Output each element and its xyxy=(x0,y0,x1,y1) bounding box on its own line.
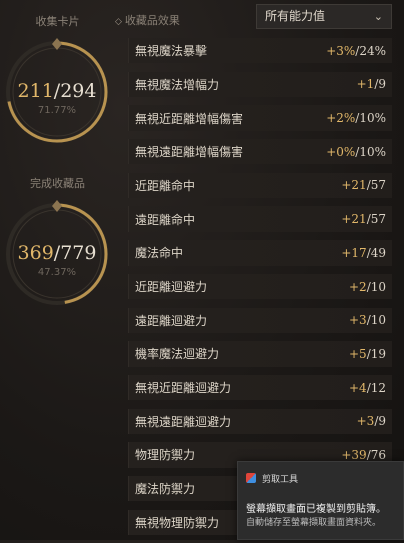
snipping-tool-icon xyxy=(246,473,256,483)
effect-name: 無視遠距離增幅傷害 xyxy=(135,145,244,160)
snipping-tool-notification[interactable]: 剪取工具 螢幕擷取畫面已複製到剪貼簿。 自動儲存至螢幕擷取畫面資料夾。 xyxy=(237,461,404,540)
effect-name: 魔法命中 xyxy=(135,246,184,261)
effect-name: 無視近距離迴避力 xyxy=(135,381,232,396)
notification-header: 剪取工具 xyxy=(246,472,298,485)
card-collection-label: 收集卡片 xyxy=(35,15,80,28)
notification-body: 自動儲存至螢幕擷取畫面資料夾。 xyxy=(246,518,382,528)
card-count: 211/294 xyxy=(17,80,97,102)
effect-value: +21/57 xyxy=(341,212,386,227)
effect-row: 無視魔法暴擊 +3%/24% xyxy=(128,38,392,64)
effect-row: 無視遠距離迴避力 +3/9 xyxy=(128,408,392,434)
effect-row: 遠距離命中 +21/57 xyxy=(128,206,392,232)
effect-name: 魔法防禦力 xyxy=(135,482,196,497)
effect-name: 近距離命中 xyxy=(135,178,196,193)
effect-value: +4/12 xyxy=(348,380,386,395)
effect-row: 魔法命中 +17/49 xyxy=(128,240,392,266)
card-progress-ring: 211/294 71.77% xyxy=(3,38,111,146)
diamond-icon: ◇ xyxy=(115,17,122,27)
effect-row: 機率魔法迴避力 +5/19 xyxy=(128,341,392,367)
effect-row: 無視魔法增幅力 +1/9 xyxy=(128,71,392,98)
completed-progress-ring: 369/779 47.37% xyxy=(3,200,111,308)
effect-value: +0%/10% xyxy=(326,144,386,159)
notification-title: 螢幕擷取畫面已複製到剪貼簿。 xyxy=(246,504,386,515)
effect-name: 遠距離命中 xyxy=(135,212,196,227)
collection-summary-panel: 收集卡片 211/294 71.77% 完成收藏品 369/779 47.37% xyxy=(0,0,115,540)
effect-name: 無視近距離增幅傷害 xyxy=(135,111,244,126)
effect-row: 無視近距離增幅傷害 +2%/10% xyxy=(128,105,392,131)
completed-count: 369/779 xyxy=(17,242,97,264)
effect-value: +3/10 xyxy=(348,313,386,328)
effect-value: +1/9 xyxy=(356,77,386,92)
effect-value: +3/9 xyxy=(356,414,386,429)
effects-header: ◇ 收藏品效果 xyxy=(115,14,180,27)
effect-value: +2%/10% xyxy=(326,111,386,126)
effect-name: 無視魔法暴擊 xyxy=(135,44,208,59)
effect-value: +3%/24% xyxy=(326,43,386,58)
completed-percent: 47.37% xyxy=(37,267,77,278)
effect-row: 近距離迴避力 +2/10 xyxy=(128,273,392,300)
effect-name: 遠距離迴避力 xyxy=(135,313,208,328)
stat-filter-value: 所有能力值 xyxy=(265,9,326,23)
effect-name: 無視遠距離迴避力 xyxy=(135,414,232,429)
effect-name: 機率魔法迴避力 xyxy=(135,347,220,362)
effect-value: +5/19 xyxy=(348,346,386,361)
effect-row: 無視遠距離增幅傷害 +0%/10% xyxy=(128,139,392,165)
effect-value: +21/57 xyxy=(341,178,386,193)
card-percent: 71.77% xyxy=(37,105,77,116)
effect-row: 遠距離迴避力 +3/10 xyxy=(128,307,392,333)
effect-value: +17/49 xyxy=(341,245,386,260)
effect-row: 近距離命中 +21/57 xyxy=(128,172,392,199)
effect-row: 無視近距離迴避力 +4/12 xyxy=(128,374,392,401)
effect-value: +2/10 xyxy=(348,279,386,294)
effect-name: 無視魔法增幅力 xyxy=(135,77,220,92)
effect-name: 物理防禦力 xyxy=(135,448,196,463)
effect-value: +39/76 xyxy=(341,447,386,462)
chevron-down-icon: ⌄ xyxy=(373,10,383,23)
effect-name: 近距離迴避力 xyxy=(135,280,208,294)
stat-filter-dropdown[interactable]: 所有能力值 ⌄ xyxy=(256,4,392,29)
effect-name: 無視物理防禦力 xyxy=(135,515,220,530)
completed-collection-label: 完成收藏品 xyxy=(30,177,85,190)
